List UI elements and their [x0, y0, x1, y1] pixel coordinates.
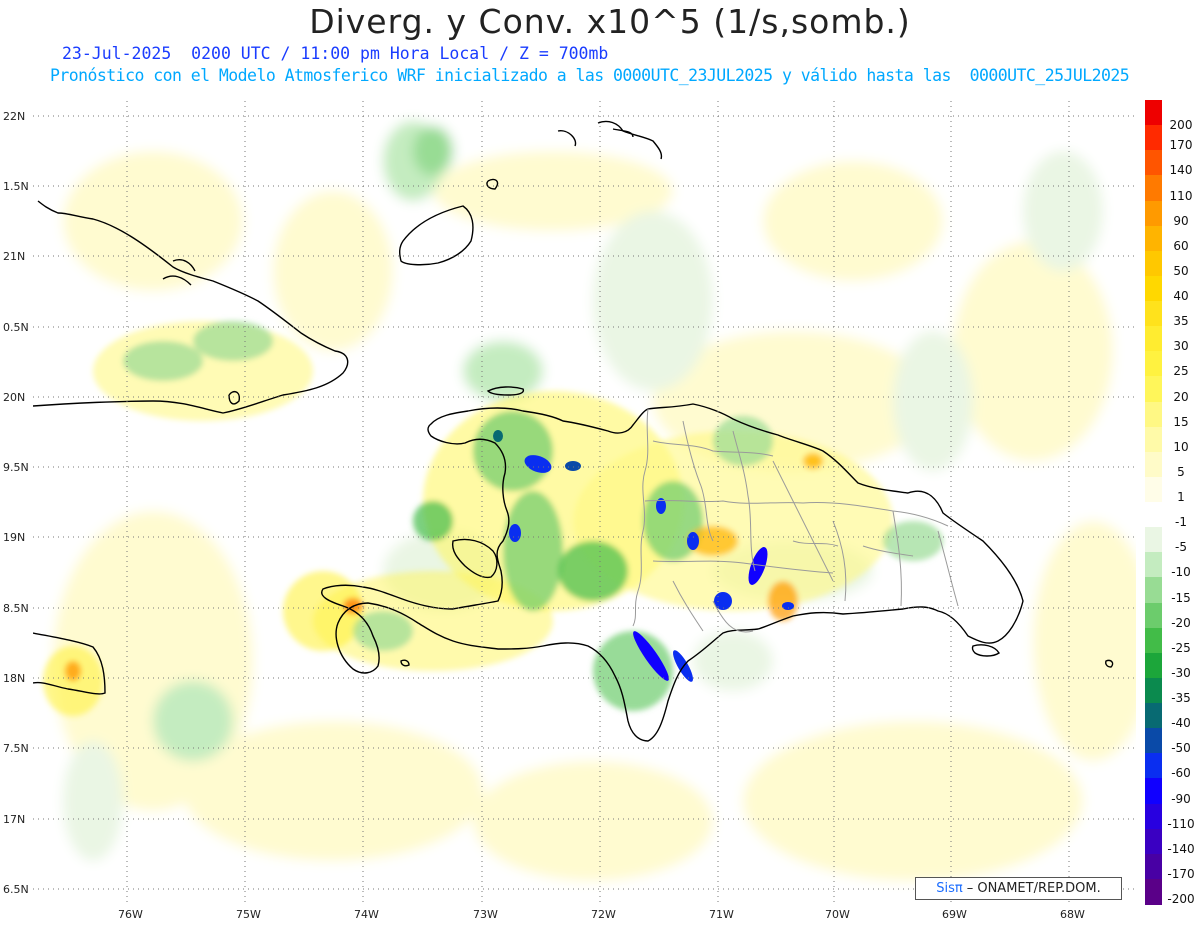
colorbar-segment: [1145, 250, 1162, 277]
colorbar-label: 200: [1169, 118, 1193, 133]
colorbar-label: 40: [1173, 289, 1189, 303]
divergence-field: [33, 101, 1136, 902]
lat-label: 17N: [3, 813, 26, 826]
colorbar: [1145, 100, 1162, 905]
colorbar-label: -170: [1167, 866, 1195, 881]
colorbar-label: 25: [1173, 364, 1189, 379]
colorbar-segment: [1145, 200, 1162, 227]
colorbar-segment: [1145, 527, 1162, 554]
colorbar-segment: [1145, 175, 1162, 202]
credit-box: Sisπ – ONAMET/REP.DOM.: [915, 877, 1122, 900]
lon-label: 75W: [236, 908, 261, 921]
colorbar-label: 15: [1173, 414, 1189, 429]
subtitle-valid-time: 23-Jul-2025 0200 UTC / 11:00 pm Hora Loc…: [62, 44, 609, 63]
colorbar-segment: [1145, 426, 1162, 453]
colorbar-label: -90: [1171, 791, 1191, 806]
colorbar-segment: [1145, 652, 1162, 679]
colorbar-segment: [1145, 476, 1162, 503]
lon-label: 69W: [942, 908, 967, 921]
colorbar-segment: [1145, 627, 1162, 654]
colorbar-segment: [1145, 150, 1162, 177]
lon-label: 76W: [118, 908, 143, 921]
colorbar-label: -15: [1171, 590, 1191, 605]
colorbar-label: -110: [1167, 816, 1195, 831]
lat-label: 21N: [3, 250, 26, 263]
lon-label: 74W: [354, 908, 379, 921]
colorbar-label: -40: [1171, 716, 1191, 731]
lon-label: 71W: [709, 908, 734, 921]
lon-label: 72W: [591, 908, 616, 921]
colorbar-segment: [1145, 326, 1162, 353]
colorbar-label: -1: [1175, 515, 1187, 530]
colorbar-segment: [1145, 602, 1162, 629]
colorbar-segment: [1145, 828, 1162, 855]
credit-brand: Sisπ: [936, 881, 963, 896]
colorbar-label: -200: [1167, 892, 1195, 906]
colorbar-label: -10: [1171, 565, 1191, 580]
colorbar-segment: [1145, 125, 1162, 152]
colorbar-label: -20: [1171, 615, 1191, 630]
colorbar-segment: [1145, 351, 1162, 378]
colorbar-label: 110: [1169, 188, 1193, 203]
map-title: Diverg. y Conv. x10^5 (1/s,somb.): [309, 2, 911, 41]
colorbar-label: 90: [1173, 213, 1189, 228]
colorbar-label: 10: [1173, 439, 1189, 454]
colorbar-label: 1: [1177, 490, 1185, 504]
lat-label: 22N: [3, 110, 26, 123]
colorbar-segment: [1145, 451, 1162, 478]
colorbar-segment: [1145, 778, 1162, 805]
colorbar-label: 170: [1169, 138, 1193, 153]
colorbar-label: -60: [1171, 766, 1191, 781]
lat-label: 8.5N: [3, 602, 29, 615]
colorbar-segment: [1145, 401, 1162, 428]
colorbar-segment: [1145, 100, 1162, 126]
colorbar-segment: [1145, 301, 1162, 327]
colorbar-segment: [1145, 728, 1162, 755]
colorbar-segment: [1145, 853, 1162, 880]
lon-label: 68W: [1060, 908, 1085, 921]
lat-label: 19N: [3, 531, 26, 544]
divergence-map: [33, 101, 1136, 902]
colorbar-segment: [1145, 275, 1162, 302]
lat-label: 20N: [3, 391, 26, 404]
colorbar-segment: [1145, 577, 1162, 604]
lon-label: 73W: [473, 908, 498, 921]
colorbar-label: 20: [1173, 389, 1189, 404]
lat-label: 6.5N: [3, 883, 29, 896]
colorbar-label: 50: [1173, 263, 1189, 278]
colorbar-label: 5: [1177, 464, 1185, 479]
lat-label: 9.5N: [3, 461, 29, 474]
colorbar-segment: [1145, 552, 1162, 579]
colorbar-label: 140: [1169, 163, 1193, 178]
colorbar-label: 60: [1173, 238, 1189, 253]
colorbar-label: 30: [1173, 339, 1189, 354]
colorbar-label: -50: [1171, 741, 1191, 756]
colorbar-segment: [1145, 502, 1162, 528]
lat-label: 18N: [3, 672, 26, 685]
colorbar-label: -30: [1171, 665, 1191, 680]
colorbar-segment: [1145, 376, 1162, 403]
subtitle-model-info: Pronóstico con el Modelo Atmosferico WRF…: [50, 66, 1130, 85]
lat-label: 7.5N: [3, 742, 29, 755]
colorbar-segment: [1145, 753, 1162, 780]
colorbar-segment: [1145, 225, 1162, 252]
colorbar-label: -25: [1171, 640, 1191, 655]
colorbar-segment: [1145, 878, 1162, 905]
credit-org: – ONAMET/REP.DOM.: [966, 881, 1101, 896]
colorbar-label: -140: [1167, 841, 1195, 856]
colorbar-label: -5: [1175, 540, 1187, 555]
colorbar-segment: [1145, 703, 1162, 729]
colorbar-segment: [1145, 803, 1162, 830]
colorbar-label: 35: [1173, 314, 1189, 329]
lat-label: 1.5N: [3, 180, 29, 193]
colorbar-label: -35: [1171, 691, 1191, 705]
colorbar-segment: [1145, 677, 1162, 704]
lat-label: 0.5N: [3, 321, 29, 334]
lon-label: 70W: [825, 908, 850, 921]
